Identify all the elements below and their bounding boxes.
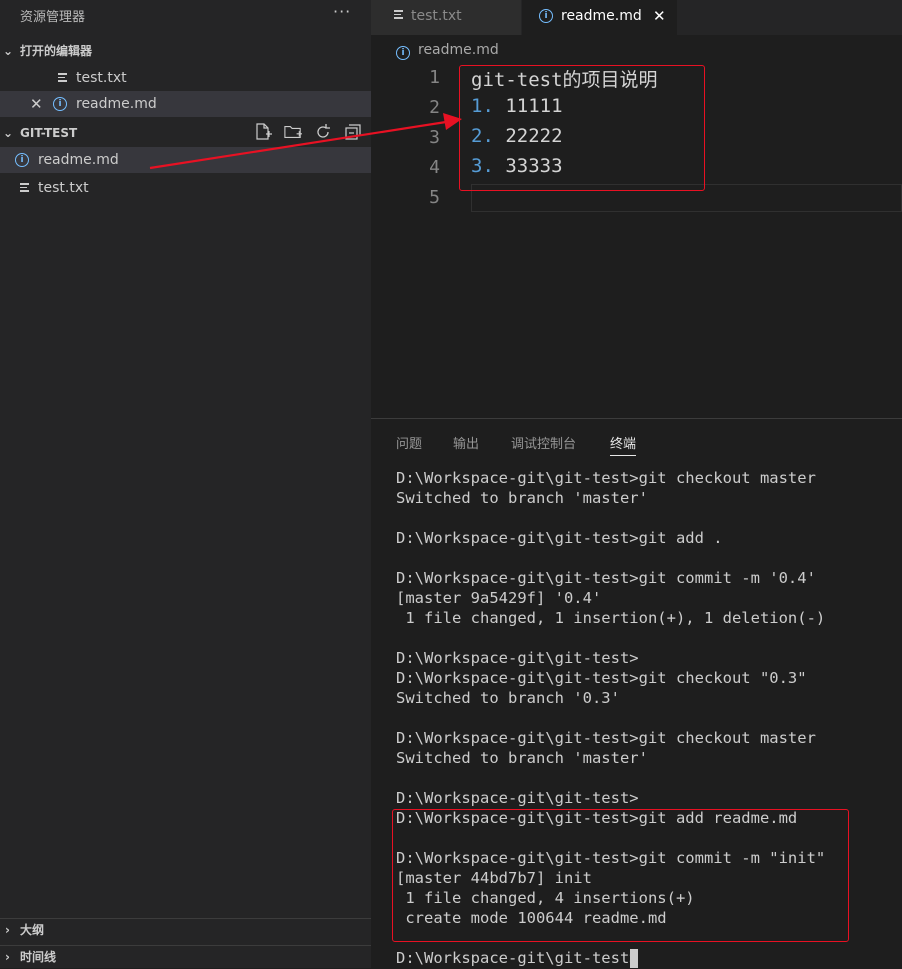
tab-debug-console[interactable]: 调试控制台: [511, 433, 576, 452]
info-icon: i: [396, 46, 410, 60]
breadcrumb-file: readme.md: [418, 42, 499, 58]
workspace-label: GIT-TEST: [20, 126, 78, 140]
open-editors-header[interactable]: ⌄ 打开的编辑器: [0, 40, 371, 62]
terminal-line: D:\Workspace-git\git-test>git checkout m…: [396, 469, 816, 487]
info-icon: i: [539, 9, 553, 23]
terminal-line: D:\Workspace-git\git-test>git checkout "…: [396, 669, 807, 687]
terminal-line: D:\Workspace-git\git-test>: [396, 649, 639, 667]
line-number: 2: [429, 97, 440, 118]
line-number: 5: [429, 187, 440, 208]
chevron-down-icon: ⌄: [3, 126, 14, 140]
tab-label: readme.md: [561, 8, 642, 24]
outline-header[interactable]: › 大纲: [0, 918, 371, 941]
close-icon[interactable]: ✕: [653, 0, 666, 33]
line-number: 4: [429, 157, 440, 178]
file-item-test-txt[interactable]: test.txt: [0, 175, 371, 201]
file-label: readme.md: [38, 152, 119, 168]
explorer-title: 资源管理器: [20, 10, 86, 25]
tab-output[interactable]: 输出: [453, 433, 479, 452]
terminal-line: Switched to branch '0.3': [396, 689, 620, 707]
file-item-readme-md[interactable]: i readme.md: [0, 147, 371, 173]
collapse-all-icon[interactable]: [344, 123, 362, 141]
terminal-line: D:\Workspace-git\git-test>git add .: [396, 529, 723, 547]
new-folder-icon[interactable]: [284, 123, 302, 141]
info-icon: i: [15, 153, 29, 167]
terminal-prompt: D:\Workspace-git\git-test>: [396, 949, 639, 967]
terminal-line: D:\Workspace-git\git-test>git commit -m …: [396, 569, 816, 587]
editor-tab-bar: test.txt i readme.md ✕: [371, 0, 902, 35]
new-file-icon[interactable]: [254, 123, 272, 141]
open-editor-item-readme-md[interactable]: ✕ i readme.md: [0, 91, 371, 117]
line-number: 1: [429, 67, 440, 88]
outline-label: 大纲: [20, 923, 45, 937]
tab-readme-md[interactable]: i readme.md ✕: [522, 0, 677, 35]
open-editor-label: readme.md: [76, 96, 157, 112]
terminal-line: [master 9a5429f] '0.4': [396, 589, 602, 607]
open-editors-label: 打开的编辑器: [20, 44, 93, 58]
tab-test-txt[interactable]: test.txt: [371, 0, 521, 35]
timeline-label: 时间线: [20, 950, 57, 964]
file-label: test.txt: [38, 180, 89, 196]
terminal-line: D:\Workspace-git\git-test>: [396, 789, 639, 807]
tab-problems[interactable]: 问题: [396, 433, 422, 452]
open-editor-item-test-txt[interactable]: test.txt: [0, 65, 371, 91]
tab-terminal[interactable]: 终端: [610, 433, 637, 456]
annotation-box-terminal: [392, 809, 849, 942]
annotation-box-editor: [459, 65, 705, 191]
terminal-line: Switched to branch 'master': [396, 749, 648, 767]
breadcrumb[interactable]: i readme.md: [396, 40, 499, 60]
timeline-header[interactable]: › 时间线: [0, 945, 371, 968]
close-icon[interactable]: ✕: [30, 91, 43, 117]
line-number: 3: [429, 127, 440, 148]
refresh-icon[interactable]: [314, 123, 332, 141]
open-editor-label: test.txt: [76, 70, 127, 86]
file-lines-icon: [394, 10, 403, 20]
file-lines-icon: [58, 73, 67, 83]
more-actions-icon[interactable]: ···: [333, 2, 351, 21]
chevron-down-icon: ⌄: [3, 44, 14, 58]
terminal-line: D:\Workspace-git\git-test>git checkout m…: [396, 729, 816, 747]
chevron-right-icon: ›: [5, 950, 10, 964]
terminal-line: 1 file changed, 1 insertion(+), 1 deleti…: [396, 609, 826, 627]
terminal-cursor: [630, 949, 638, 968]
info-icon: i: [53, 97, 67, 111]
terminal-line: Switched to branch 'master': [396, 489, 648, 507]
file-lines-icon: [20, 183, 29, 193]
explorer-sidebar: 资源管理器 ··· ⌄ 打开的编辑器 test.txt ✕ i readme.m…: [0, 0, 371, 968]
tab-label: test.txt: [411, 8, 462, 24]
chevron-right-icon: ›: [5, 923, 10, 937]
